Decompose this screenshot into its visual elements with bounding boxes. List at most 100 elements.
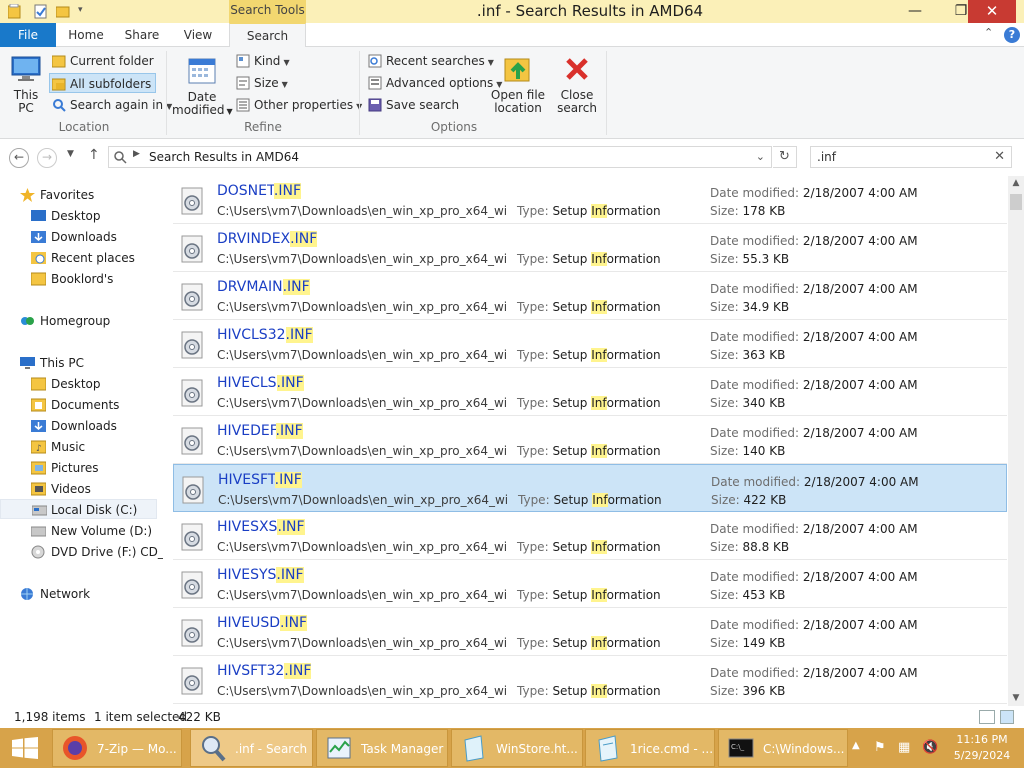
advanced-options-button[interactable]: Advanced options ▼ — [366, 73, 502, 93]
tab-file[interactable]: File — [0, 23, 56, 47]
explorer-app-icon[interactable] — [8, 4, 22, 19]
nav-booklords[interactable]: Booklord's — [31, 269, 113, 289]
nav-homegroup[interactable]: Homegroup — [21, 311, 110, 331]
type-value-pre: Setup — [552, 252, 592, 266]
file-name[interactable]: DRVINDEX.INF — [217, 229, 318, 249]
customize-qat-icon[interactable]: ▾ — [78, 5, 83, 22]
result-row[interactable]: HIVESYS.INF C:\Users\vm7\Downloads\en_win… — [173, 560, 1007, 608]
chevron-down-icon[interactable]: ⌄ — [756, 150, 765, 163]
nav-favorites[interactable]: Favorites — [20, 185, 94, 205]
taskbar-item[interactable]: WinStore.ht... — [451, 729, 583, 767]
volume-muted-icon[interactable]: 🔇 — [922, 740, 938, 755]
result-row[interactable]: HIVCLS32.INF C:\Users\vm7\Downloads\en_wi… — [173, 320, 1007, 368]
search-again-in-button[interactable]: Search again in ▼ — [50, 95, 172, 115]
nav-downloads[interactable]: Downloads — [31, 227, 117, 247]
show-hidden-icons-icon[interactable]: ▲ — [852, 740, 860, 751]
result-row[interactable]: DOSNET.INF C:\Users\vm7\Downloads\en_win_… — [173, 176, 1007, 224]
large-icons-view-icon[interactable] — [1000, 710, 1014, 724]
details-view-icon[interactable] — [979, 710, 995, 724]
scroll-down-arrow-icon[interactable]: ▼ — [1008, 693, 1024, 703]
nav-network[interactable]: Network — [21, 584, 90, 604]
size-label: Size — [254, 76, 279, 90]
close-search-button[interactable]: Close search — [556, 53, 598, 115]
properties-icon[interactable] — [34, 4, 48, 19]
date-modified-button[interactable]: Date modified ▼ — [172, 55, 233, 118]
network-tray-icon[interactable]: ▦ — [898, 740, 910, 755]
file-name[interactable]: HIVESYS.INF — [217, 565, 304, 585]
folder-icon — [31, 377, 46, 391]
nav-desktop[interactable]: Desktop — [31, 206, 101, 226]
result-row[interactable]: HIVSFT32.INF C:\Users\vm7\Downloads\en_wi… — [173, 656, 1007, 704]
taskbar-item[interactable]: Task Manager — [316, 729, 448, 767]
start-button[interactable] — [0, 728, 50, 768]
tab-view[interactable]: View — [172, 23, 224, 47]
vertical-scrollbar[interactable]: ▲ ▼ — [1008, 176, 1024, 706]
all-subfolders-button[interactable]: All subfolders — [49, 73, 157, 93]
result-row[interactable]: HIVEUSD.INF C:\Users\vm7\Downloads\en_win… — [173, 608, 1007, 656]
nav-recent-places[interactable]: Recent places — [31, 248, 135, 268]
search-input[interactable] — [817, 149, 987, 165]
file-name[interactable]: DRVMAIN.INF — [217, 277, 310, 297]
file-name[interactable]: HIVCLS32.INF — [217, 325, 313, 345]
help-icon[interactable]: ? — [1004, 27, 1020, 43]
date-modified-value: 2/18/2007 4:00 AM — [802, 522, 918, 536]
forward-button[interactable]: → — [37, 148, 57, 168]
recent-searches-button[interactable]: Recent searches ▼ — [366, 51, 494, 71]
other-properties-button[interactable]: Other properties▼ — [234, 95, 362, 115]
file-name[interactable]: HIVECLS.INF — [217, 373, 304, 393]
nav-documents[interactable]: Documents — [31, 395, 119, 415]
this-pc-button[interactable]: This PC — [8, 53, 44, 115]
search-box[interactable]: ✕ — [810, 146, 1012, 168]
recent-locations-icon[interactable]: ▼ — [67, 149, 74, 159]
up-button[interactable]: ↑ — [88, 147, 100, 163]
file-name[interactable]: HIVESXS.INF — [217, 517, 305, 537]
minimize-button[interactable]: — — [900, 0, 930, 23]
refresh-button[interactable]: ↻ — [773, 146, 797, 168]
file-name[interactable]: HIVSFT32.INF — [217, 661, 312, 681]
scrollbar-thumb[interactable] — [1010, 194, 1022, 210]
open-file-location-button[interactable]: Open file location — [490, 53, 546, 115]
current-folder-button[interactable]: Current folder — [50, 51, 154, 71]
scroll-up-arrow-icon[interactable]: ▲ — [1008, 178, 1024, 188]
nav-dvd-drive-f[interactable]: DVD Drive (F:) CD_R — [31, 542, 163, 562]
clear-search-icon[interactable]: ✕ — [994, 149, 1005, 164]
taskbar-item[interactable]: 1rice.cmd - ... — [585, 729, 715, 767]
result-row[interactable]: HIVESXS.INF C:\Users\vm7\Downloads\en_win… — [173, 512, 1007, 560]
result-row[interactable]: HIVESFT.INF C:\Users\vm7\Downloads\en_win… — [173, 464, 1007, 512]
back-button[interactable]: ← — [9, 148, 29, 168]
file-name[interactable]: HIVESFT.INF — [218, 470, 302, 490]
file-name[interactable]: HIVEDEF.INF — [217, 421, 303, 441]
nav-pictures[interactable]: Pictures — [31, 458, 99, 478]
nav-local-disk-c[interactable]: Local Disk (C:) — [0, 499, 157, 519]
file-name[interactable]: HIVEUSD.INF — [217, 613, 308, 633]
size-button[interactable]: Size ▼ — [234, 73, 288, 93]
nav-pc-downloads-label: Downloads — [51, 419, 117, 433]
result-row[interactable]: HIVEDEF.INF C:\Users\vm7\Downloads\en_win… — [173, 416, 1007, 464]
result-row[interactable]: DRVINDEX.INF C:\Users\vm7\Downloads\en_wi… — [173, 224, 1007, 272]
tab-share[interactable]: Share — [116, 23, 168, 47]
nav-pc-downloads[interactable]: Downloads — [31, 416, 117, 436]
address-bar[interactable]: ▶ Search Results in AMD64 ⌄ — [108, 146, 772, 168]
kind-button[interactable]: Kind ▼ — [234, 51, 290, 71]
result-row[interactable]: HIVECLS.INF C:\Users\vm7\Downloads\en_win… — [173, 368, 1007, 416]
taskbar-item[interactable]: 7-Zip — Mo... — [52, 729, 182, 767]
close-button[interactable]: ✕ — [968, 0, 1016, 23]
system-clock[interactable]: 11:16 PM 5/29/2024 — [950, 732, 1014, 764]
action-center-flag-icon[interactable]: ⚑ — [874, 740, 886, 755]
nav-new-volume-d[interactable]: New Volume (D:) — [31, 521, 152, 541]
tab-home[interactable]: Home — [60, 23, 112, 47]
nav-music[interactable]: ♪ Music — [31, 437, 85, 457]
chevron-right-icon[interactable]: ▶ — [133, 149, 140, 159]
new-folder-icon[interactable] — [56, 4, 70, 19]
nav-videos[interactable]: Videos — [31, 479, 91, 499]
result-row[interactable]: DRVMAIN.INF C:\Users\vm7\Downloads\en_win… — [173, 272, 1007, 320]
nav-this-pc[interactable]: This PC — [20, 353, 84, 373]
taskbar-item[interactable]: .inf - Search ... — [190, 729, 313, 767]
minimize-ribbon-icon[interactable]: ⌃ — [984, 26, 993, 39]
file-name[interactable]: DOSNET.INF — [217, 181, 302, 201]
save-search-button[interactable]: Save search — [366, 95, 459, 115]
nav-pc-desktop[interactable]: Desktop — [31, 374, 101, 394]
options-group-label: Options — [430, 120, 478, 134]
tab-search[interactable]: Search — [229, 23, 306, 48]
taskbar-item[interactable]: C:\_ C:\Windows... — [718, 729, 848, 767]
